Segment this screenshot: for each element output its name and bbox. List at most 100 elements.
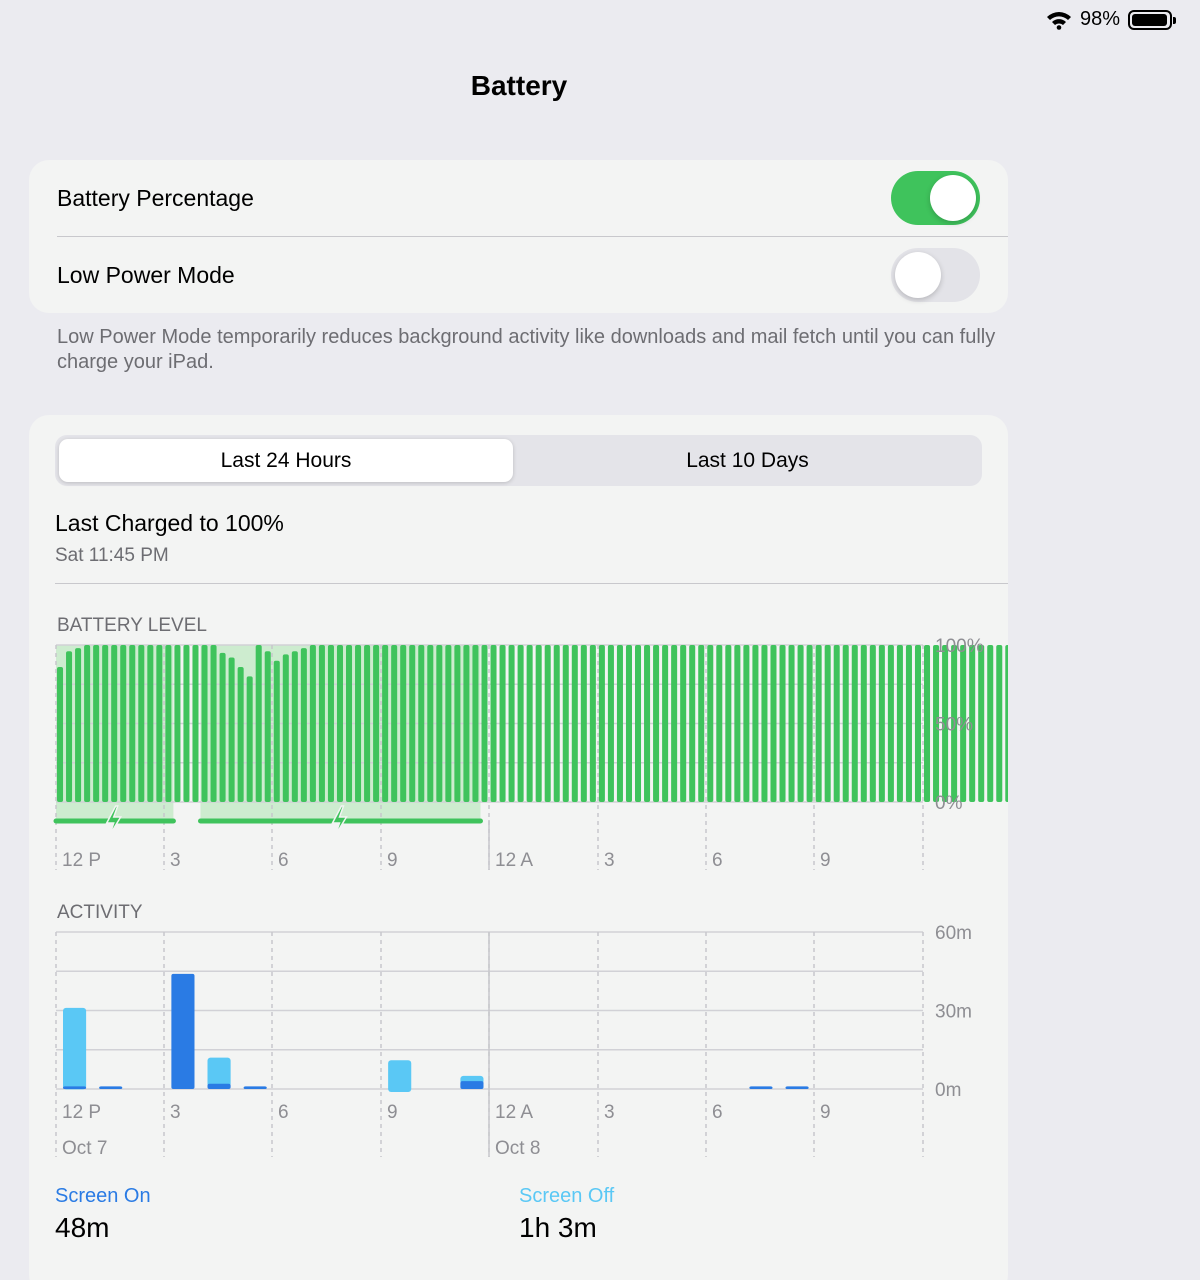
battery-bar [553,645,560,802]
battery-bar [346,645,353,802]
x-tick-label: 3 [170,1102,181,1123]
x-tick-label: 9 [387,850,398,871]
low-power-mode-label: Low Power Mode [57,261,235,288]
battery-bar [707,645,714,802]
battery-bar [580,645,587,802]
battery-bar [111,645,118,802]
battery-bar [93,645,100,802]
battery-bar [806,645,813,802]
date-label: Oct 7 [62,1138,107,1159]
battery-bar [84,645,91,802]
battery-percentage-row: Battery Percentage [29,160,1008,236]
battery-bar [147,645,154,802]
battery-bar [427,645,434,802]
screen-on-bar [243,1086,267,1089]
x-tick-label: 3 [604,850,615,871]
battery-bar [174,645,181,802]
battery-bar [264,651,271,802]
battery-bar [273,660,280,802]
battery-bar [851,645,858,802]
battery-percent-text: 98% [1079,8,1120,30]
x-tick-label: 3 [170,850,181,871]
battery-bar [562,645,569,802]
battery-bar [535,645,542,802]
screen-off-bar [388,1060,412,1092]
battery-bar [779,645,786,802]
x-tick-label: 12 A [495,850,533,871]
screen-on-bar [207,1083,231,1089]
date-label: Oct 8 [495,1138,540,1159]
battery-bar [896,645,903,802]
screen-on-value: 48m [55,1212,110,1243]
battery-bar [924,645,931,802]
x-tick-label: 9 [387,1102,398,1123]
battery-bar [905,645,912,802]
battery-bar [418,645,425,802]
battery-bar [246,676,253,802]
battery-bar [743,645,750,802]
battery-bar [571,645,578,802]
y-tick-label: 100% [935,636,984,657]
x-tick-label: 3 [604,1102,615,1123]
screen-on-bar [749,1086,773,1089]
battery-bar [309,645,316,802]
battery-bar [625,645,632,802]
battery-bar [598,645,605,802]
battery-bar [138,645,145,802]
battery-bar [156,645,163,802]
battery-bar [544,645,551,802]
battery-bar [282,654,289,802]
battery-bar [228,657,235,802]
screen-on-bar [785,1086,809,1089]
x-tick-label: 12 P [62,850,101,871]
screen-on-legend: Screen On [55,1185,151,1207]
battery-bar [1005,645,1008,802]
battery-bar [517,645,524,802]
battery-bar [75,648,82,802]
battery-bar [336,645,343,802]
battery-bar [824,645,831,802]
screen-off-bar [207,1057,231,1087]
battery-bar [914,645,921,802]
battery-bar [725,645,732,802]
battery-percentage-toggle[interactable] [891,171,980,225]
low-power-mode-toggle[interactable] [891,248,980,302]
wifi-icon [1046,10,1072,30]
battery-bar [210,645,217,802]
battery-bar [129,645,136,802]
battery-bar [57,666,64,802]
battery-bar [680,645,687,802]
battery-bar [237,666,244,802]
battery-bar [662,645,669,802]
battery-percentage-label: Battery Percentage [57,184,254,211]
battery-bar [355,645,362,802]
battery-bar [878,645,885,802]
battery-bar [815,645,822,802]
battery-bar [770,645,777,802]
battery-icon [1128,9,1176,30]
page-title: Battery [470,70,568,101]
screen-on-bar [63,1086,87,1089]
x-tick-label: 6 [278,1102,289,1123]
battery-bar [842,645,849,802]
low-power-mode-row: Low Power Mode [29,237,1008,313]
battery-bar [797,645,804,802]
battery-bar [382,645,389,802]
battery-bar [472,645,479,802]
battery-bar [689,645,696,802]
battery-bar [734,645,741,802]
x-tick-label: 6 [278,850,289,871]
settings-card: Battery Percentage Low Power Mode [29,160,1008,313]
battery-bar [445,645,452,802]
battery-bar [716,645,723,802]
battery-bar [607,645,614,802]
battery-bar [327,645,334,802]
battery-bar [490,645,497,802]
battery-bar [481,645,488,802]
battery-bar [752,645,759,802]
battery-bar [364,645,371,802]
battery-bar [616,645,623,802]
battery-bar [391,645,398,802]
battery-bar [255,645,262,802]
battery-bar [120,645,127,802]
